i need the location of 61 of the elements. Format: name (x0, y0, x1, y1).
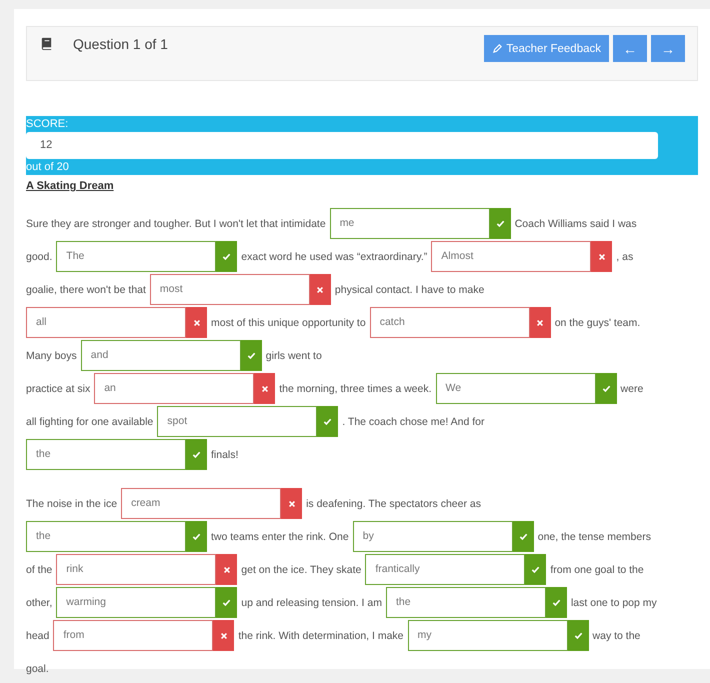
passage-text: all fighting for one available (26, 416, 154, 428)
passage-text: most of this unique opportunity to (211, 316, 366, 328)
answer-field[interactable]: the (26, 439, 186, 470)
passage-text: exact word he used was “extraordinary.” (241, 250, 428, 262)
passage-text: good. (26, 250, 52, 262)
passage-text: Coach Williams said I was (514, 218, 637, 230)
passage-text: girls went to (266, 350, 322, 362)
answer-field[interactable]: We (436, 373, 596, 404)
passage-text: Many boys (26, 350, 77, 362)
answer-field[interactable]: cream (121, 488, 282, 519)
question-counter: Question 1 of 1 (73, 36, 168, 52)
previous-button[interactable]: ← (613, 35, 647, 62)
passage-text: two teams enter the rink. One (211, 530, 349, 542)
passage-text: up and releasing tension. I am (241, 596, 382, 608)
answer-field[interactable]: the (386, 587, 546, 618)
passage-text: of the (26, 564, 52, 576)
passage-text: The noise in the ice (26, 498, 118, 510)
passage-title: A Skating Dream (26, 180, 115, 192)
answer-field[interactable]: from (53, 620, 214, 651)
passage-text: the rink. With determination, I make (238, 630, 404, 642)
passage-text: the morning, three times a week. (279, 382, 432, 394)
answer-field[interactable]: Almost (431, 241, 592, 272)
passage-text: Sure they are stronger and tougher. But I won't let that intimidate (26, 218, 326, 230)
answer-field[interactable]: me (330, 208, 490, 239)
answer-field[interactable]: most (150, 274, 310, 305)
passage-text: physical contact. I have to make (334, 284, 484, 296)
passage-text: other, (26, 596, 52, 608)
passage-text: last one to pop my (570, 596, 657, 608)
passage-text: on the guys' team. (554, 316, 640, 328)
passage-text: one, the tense members (538, 530, 651, 542)
book-icon (40, 37, 53, 50)
score-total: out of 20 (26, 160, 70, 175)
next-button[interactable]: → (651, 35, 685, 62)
score-label: SCORE: (26, 117, 70, 132)
answer-field[interactable]: and (80, 340, 241, 371)
passage-text: were (620, 382, 644, 394)
passage-text: . The coach chose me! And for (342, 416, 484, 428)
answer-field[interactable]: by (352, 521, 513, 552)
pencil-icon (492, 43, 504, 54)
passage-text: practice at six (26, 382, 90, 394)
answer-field[interactable]: catch (370, 307, 530, 338)
answer-field[interactable]: an (94, 373, 254, 404)
score-field: 12 (26, 132, 658, 159)
answer-field[interactable]: The (56, 241, 216, 272)
passage-text: , as (616, 250, 634, 262)
answer-field[interactable]: my (408, 620, 568, 651)
answer-field[interactable]: all (26, 307, 186, 338)
passage-text: head (26, 630, 50, 642)
passage-text: goalie, there won't be that (26, 284, 146, 296)
passage-text: get on the ice. They skate (241, 564, 362, 576)
answer-field[interactable]: frantically (365, 554, 526, 585)
passage-text: finals! (211, 448, 238, 460)
answer-field[interactable]: the (26, 521, 186, 552)
passage-text: goal. (26, 662, 49, 674)
answer-field[interactable]: warming (56, 587, 216, 618)
passage-text: way to the (592, 630, 640, 642)
passage-text: from one goal to the (550, 564, 644, 576)
teacher-feedback-button[interactable]: Teacher Feedback (484, 35, 609, 62)
answer-field[interactable]: spot (157, 406, 318, 437)
answer-field[interactable]: rink (56, 554, 216, 585)
passage-text: is deafening. The spectators cheer as (306, 498, 481, 510)
